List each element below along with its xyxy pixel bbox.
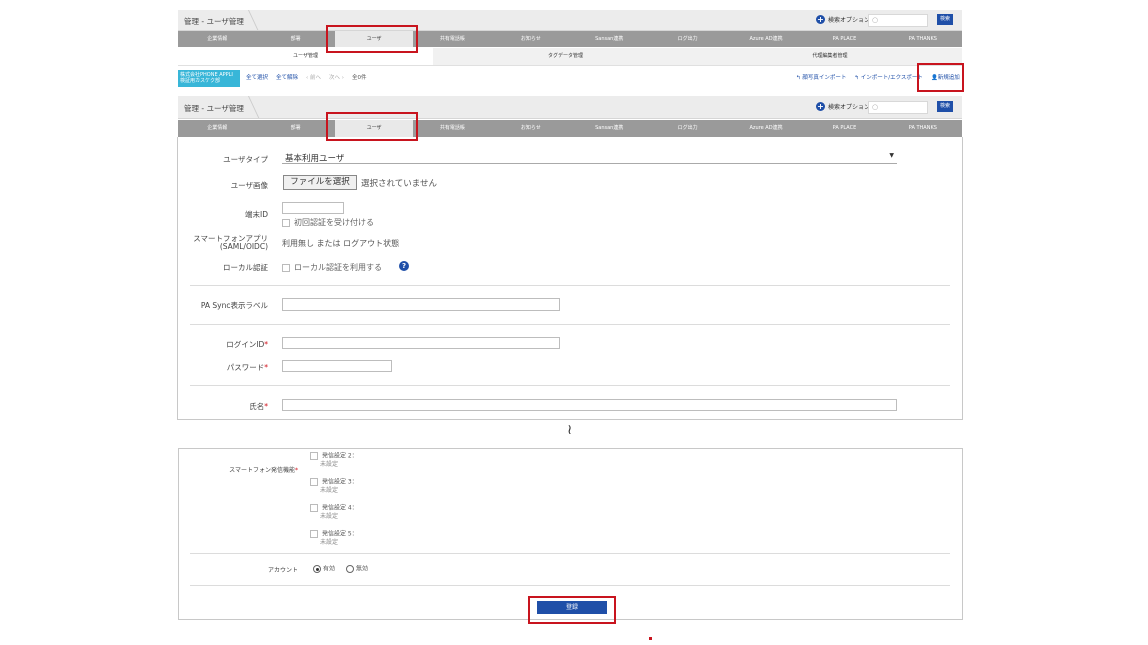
omission-mark: ≀ [567, 422, 573, 438]
highlight-register [528, 596, 616, 624]
tab-company[interactable]: 企業情報 [178, 31, 256, 47]
user-type-select[interactable]: 基本利用ユーザ ▼ [282, 151, 897, 164]
account-enabled-radio[interactable]: 有効 [313, 565, 335, 574]
first-auth-checkbox[interactable]: 初回認証を受け付ける [282, 217, 374, 228]
login-id-label: ログインID* [226, 340, 268, 349]
pa-sync-label: PA Sync表示ラベル [200, 301, 268, 310]
subtab-tag-data[interactable]: タグデータ管理 [433, 48, 698, 65]
tab-sansan-2[interactable]: Sansan連携 [570, 120, 648, 137]
tab-pa-thanks-2[interactable]: PA THANKS [884, 120, 962, 137]
checkbox-icon [282, 263, 290, 272]
tab-shared-phonebook-2[interactable]: 共有電話帳 [413, 120, 491, 137]
search-icon-2: ○ [872, 103, 879, 111]
sub-nav: ユーザ管理 タグデータ管理 代理編集者管理 [178, 48, 962, 66]
help-icon[interactable]: ? [399, 261, 409, 271]
highlight-user-tab-2 [326, 112, 418, 141]
name-label: 氏名* [249, 402, 268, 411]
smartphone-app-value: 利用無し または ログアウト状態 [282, 239, 400, 248]
breadcrumb-2[interactable]: 管理 - ユーザ管理 [184, 103, 244, 114]
tab-notice[interactable]: お知らせ [492, 31, 570, 47]
tab-shared-phonebook[interactable]: 共有電話帳 [413, 31, 491, 47]
search-input-2[interactable]: ○ [868, 101, 928, 114]
search-button-2[interactable]: 検索 [937, 101, 953, 112]
tab-azure-ad[interactable]: Azure AD連携 [727, 31, 805, 47]
tab-pa-place-2[interactable]: PA PLACE [805, 120, 883, 137]
breadcrumb[interactable]: 管理 - ユーザ管理 [184, 16, 244, 27]
tab-pa-place[interactable]: PA PLACE [805, 31, 883, 47]
tab-log-output-2[interactable]: ログ出力 [648, 120, 726, 137]
local-auth-checkbox[interactable]: ローカル認証を利用する [282, 262, 382, 273]
search-button[interactable]: 検索 [937, 14, 953, 25]
search-input[interactable]: ○ [868, 14, 928, 27]
call-setting-3[interactable]: 発信設定 3： 未設定 [310, 478, 358, 495]
search-option-label: 検索オプション [828, 17, 871, 24]
checkbox-icon [310, 478, 318, 486]
user-image-label: ユーザ画像 [230, 181, 268, 190]
highlight-add-new [917, 63, 964, 92]
call-setting-2[interactable]: 発信設定 2： 未設定 [310, 452, 358, 469]
password-input[interactable] [282, 360, 392, 372]
search-option-button-2[interactable]: + 検索オプション [816, 102, 870, 111]
dropdown-arrow-icon: ▼ [889, 152, 894, 159]
company-name: 株式会社PHONE APPLI 検証用カスケク部 [180, 72, 233, 84]
company-badge[interactable]: 株式会社PHONE APPLI 検証用カスケク部 [178, 70, 240, 87]
smartphone-call-label: スマートフォン発信機能* [229, 467, 298, 474]
call-setting-4[interactable]: 発信設定 4： 未設定 [310, 504, 358, 521]
checkbox-icon [310, 504, 318, 512]
plus-circle-icon: + [816, 15, 825, 24]
divider [190, 585, 950, 586]
import-export-link[interactable]: ↰ インポート/エクスポート [854, 73, 923, 81]
tab-company-2[interactable]: 企業情報 [178, 120, 256, 137]
file-select-button[interactable]: ファイルを選択 [283, 175, 357, 190]
top-header: 管理 - ユーザ管理 + 検索オプション ○ 検索 [178, 10, 962, 31]
tab-notice-2[interactable]: お知らせ [492, 120, 570, 137]
divider [190, 324, 950, 325]
local-auth-label: ローカル認証 [223, 263, 268, 272]
divider [190, 553, 950, 554]
pa-sync-input[interactable] [282, 298, 560, 311]
plus-circle-icon-2: + [816, 102, 825, 111]
call-setting-5[interactable]: 発信設定 5： 未設定 [310, 530, 358, 547]
checkbox-icon [310, 452, 318, 460]
photo-import-link[interactable]: ↰ 顔写真インポート [796, 73, 846, 81]
deselect-all-link[interactable]: 全て解除 [276, 73, 298, 81]
list-toolbar: 全て選択 全て解除 ‹ 前へ 次へ › 全0件 [246, 73, 366, 81]
main-nav-2: 企業情報 部署 ユーザ 共有電話帳 お知らせ Sansan連携 ログ出力 Azu… [178, 120, 962, 137]
search-icon: ○ [872, 16, 879, 24]
name-input[interactable] [282, 399, 897, 411]
tab-azure-ad-2[interactable]: Azure AD連携 [727, 120, 805, 137]
search-option-label-2: 検索オプション [828, 104, 871, 111]
tab-department[interactable]: 部署 [256, 31, 334, 47]
prev-link[interactable]: ‹ 前へ [306, 73, 321, 81]
checkbox-icon [310, 530, 318, 538]
account-disabled-radio[interactable]: 無効 [346, 565, 368, 574]
tab-log-output[interactable]: ログ出力 [648, 31, 726, 47]
account-label: アカウント [267, 567, 298, 574]
login-id-input[interactable] [282, 337, 560, 349]
red-dot [649, 637, 652, 640]
terminal-id-input[interactable] [282, 202, 344, 214]
password-label: パスワード* [226, 363, 268, 372]
select-all-link[interactable]: 全て選択 [246, 73, 268, 81]
page-info: 全0件 [351, 75, 367, 81]
highlight-user-tab [326, 25, 418, 53]
terminal-id-label: 端末ID [245, 210, 268, 219]
file-status: 選択されていません [361, 179, 437, 189]
smartphone-app-label: スマートフォンアプリ (SAML/OIDC) [193, 234, 268, 251]
next-link[interactable]: 次へ › [329, 73, 344, 81]
radio-icon [313, 565, 321, 573]
radio-icon [346, 565, 354, 573]
search-option-button[interactable]: + 検索オプション [816, 15, 870, 24]
checkbox-icon [282, 218, 290, 227]
tab-sansan[interactable]: Sansan連携 [570, 31, 648, 47]
tab-department-2[interactable]: 部署 [256, 120, 334, 137]
tab-pa-thanks[interactable]: PA THANKS [884, 31, 962, 47]
divider [190, 385, 950, 386]
second-header: 管理 - ユーザ管理 + 検索オプション ○ 検索 [178, 96, 962, 119]
user-type-label: ユーザタイプ [223, 155, 268, 164]
divider [190, 285, 950, 286]
main-nav: 企業情報 部署 ユーザ 共有電話帳 お知らせ Sansan連携 ログ出力 Azu… [178, 31, 962, 47]
user-type-value: 基本利用ユーザ [285, 154, 345, 164]
